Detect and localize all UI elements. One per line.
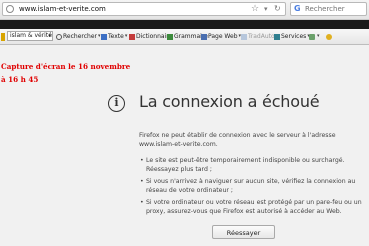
error-suggestions: Le site est peut-être temporairement ind…: [139, 156, 367, 219]
retry-button[interactable]: Réessayer: [212, 225, 275, 239]
toolbar-combo-value: islam & vérité: [10, 32, 52, 39]
globe-icon: [6, 5, 14, 13]
redacted-bar: [0, 20, 369, 29]
toolbar-extension-icon[interactable]: [325, 29, 333, 44]
error-description: Firefox ne peut établir de connexion ave…: [139, 132, 336, 148]
grammar-icon: [167, 33, 173, 40]
star-icon[interactable]: ☆: [251, 3, 259, 15]
webpage-icon: [201, 33, 207, 40]
toolbar-webpage-button[interactable]: Page Web ▾: [201, 29, 241, 44]
search-icon: [56, 33, 62, 40]
toolbar-search-button[interactable]: Rechercher ▾: [56, 29, 101, 44]
reload-icon[interactable]: ↻: [274, 3, 281, 15]
address-bar-url[interactable]: www.islam-et-verite.com: [19, 4, 106, 15]
suggestion-item: Si votre ordinateur ou votre réseau est …: [139, 198, 367, 216]
addon-toolbar: islam & vérité ▾ Rechercher ▾ Texte ▾ Di…: [0, 29, 369, 45]
services-icon: [274, 33, 280, 40]
toolbar-text-label: Texte: [108, 33, 124, 40]
toolbar-dictionary-button[interactable]: Dictionnaire: [129, 29, 172, 44]
toolbar-tradauto-label: TradAuto: [248, 33, 275, 40]
search-input[interactable]: [305, 4, 365, 14]
address-bar[interactable]: www.islam-et-verite.com ☆ ▾ ↻: [2, 2, 286, 16]
dictionary-icon: [129, 33, 135, 40]
capture-note: Capture d'écran le 16 novembre à 16 h 45: [1, 60, 141, 86]
google-icon[interactable]: G: [294, 3, 301, 15]
info-icon: i: [108, 95, 125, 112]
suggestion-item: Le site est peut-être temporairement ind…: [139, 156, 367, 174]
search-bar[interactable]: G: [290, 2, 367, 16]
tradauto-icon: [241, 33, 247, 40]
toolbar-combo[interactable]: islam & vérité ▾: [7, 31, 53, 41]
toolbar-text-button[interactable]: Texte ▾: [101, 29, 127, 44]
chevron-down-icon: ▾: [48, 33, 51, 39]
error-page: Capture d'écran le 16 novembre à 16 h 45…: [0, 45, 369, 246]
text-icon: [101, 33, 107, 40]
toolbar-services-label: Services: [281, 33, 307, 40]
history-dropdown-icon[interactable]: ▾: [264, 3, 268, 15]
toolbar-grip-icon: [1, 29, 5, 44]
suggestion-item: Si vous n'arrivez à naviguer sur aucun s…: [139, 177, 367, 195]
toolbar-services-button[interactable]: Services ▾: [274, 29, 310, 44]
chevron-down-icon: ▾: [124, 33, 128, 39]
capture-note-line1: Capture d'écran le 16 novembre: [1, 62, 131, 71]
toolbar-settings-icon[interactable]: ▾: [309, 29, 320, 44]
capture-note-line2: à 16 h 45: [1, 75, 39, 84]
toolbar-tradauto-button[interactable]: TradAuto: [241, 29, 275, 44]
toolbar-search-label: Rechercher: [63, 33, 97, 40]
chevron-down-icon: ▾: [317, 33, 320, 39]
navigation-bar: www.islam-et-verite.com ☆ ▾ ↻ G: [0, 0, 369, 20]
error-title: La connexion a échoué: [139, 92, 320, 111]
toolbar-webpage-label: Page Web: [208, 33, 238, 40]
